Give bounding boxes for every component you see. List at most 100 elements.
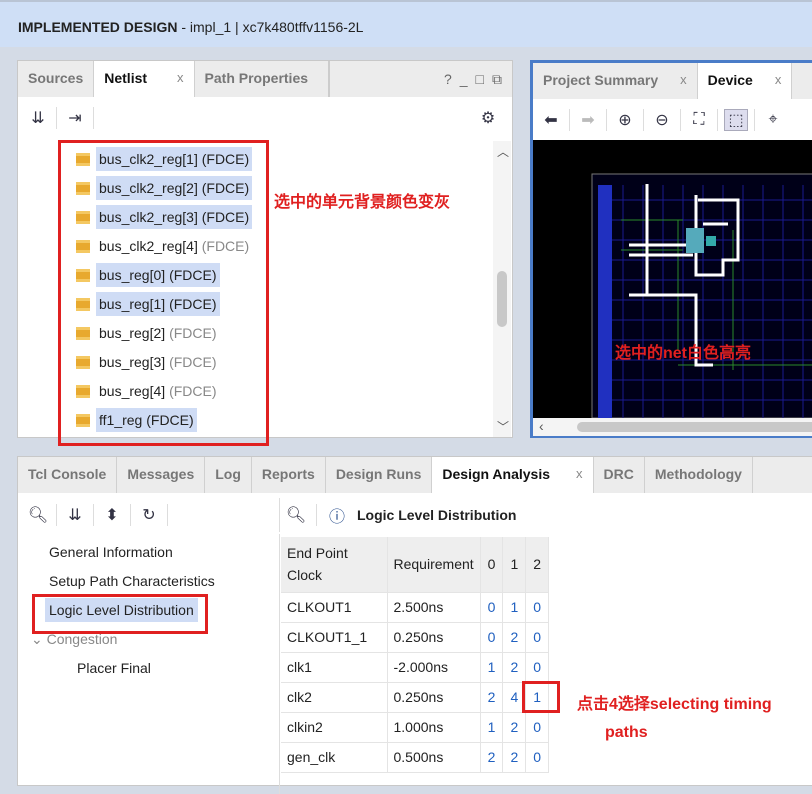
annotation-box-cells bbox=[58, 140, 269, 446]
level-count-link[interactable]: 2 bbox=[502, 652, 527, 683]
table-row: gen_clk 0.500ns 2 2 0 bbox=[281, 742, 550, 773]
back-icon[interactable]: ⬅ bbox=[539, 110, 563, 130]
select-icon[interactable]: ⬚ bbox=[724, 109, 748, 131]
logic-level-table: End Point Clock Requirement 0 1 2 CLKOUT1 2.50… bbox=[281, 537, 550, 773]
tree-item-placer-final[interactable]: Placer Final bbox=[77, 660, 151, 676]
expand-all-icon[interactable]: ⬍ bbox=[100, 505, 124, 525]
tab-label: Project Summary bbox=[543, 72, 659, 88]
horizontal-scrollbar[interactable]: ‹ bbox=[533, 418, 812, 436]
tab-sources[interactable]: Sources bbox=[18, 61, 95, 97]
vertical-scrollbar[interactable]: ︿ ﹀ bbox=[493, 141, 511, 437]
gear-icon[interactable]: ⚙ bbox=[476, 108, 500, 128]
table-row: CLKOUT1 2.500ns 0 1 0 bbox=[281, 592, 550, 623]
column-header[interactable]: 2 bbox=[525, 537, 550, 593]
report-title: Logic Level Distribution bbox=[357, 507, 517, 523]
tab-label: Methodology bbox=[654, 466, 742, 482]
tab-messages[interactable]: Messages bbox=[117, 457, 206, 493]
tab-label: Log bbox=[215, 466, 241, 482]
tab-design-analysis[interactable]: Design Analysis x bbox=[432, 457, 594, 493]
table-cell: clk1 bbox=[281, 652, 388, 683]
tab-drc[interactable]: DRC bbox=[594, 457, 645, 493]
column-header[interactable]: 1 bbox=[502, 537, 527, 593]
level-count-link[interactable]: 0 bbox=[480, 622, 504, 653]
tab-design-runs[interactable]: Design Runs bbox=[326, 457, 433, 493]
title-bold: IMPLEMENTED DESIGN bbox=[18, 19, 178, 35]
title-rest: - impl_1 | xc7k480tffv1156-2L bbox=[177, 19, 364, 35]
zoom-in-icon[interactable]: ⊕ bbox=[613, 110, 637, 130]
tab-label: Netlist bbox=[104, 70, 148, 86]
table-cell: 1.000ns bbox=[387, 712, 481, 743]
level-count-link[interactable]: 0 bbox=[480, 592, 504, 623]
float-icon[interactable]: ⧉ bbox=[492, 71, 502, 88]
tab-path-properties[interactable]: Path Properties bbox=[195, 61, 331, 97]
level-count-link[interactable]: 1 bbox=[502, 592, 527, 623]
fit-icon[interactable]: ⛶ bbox=[687, 111, 711, 129]
tab-label: Device bbox=[707, 72, 753, 88]
tree-item-setup-path[interactable]: Setup Path Characteristics bbox=[49, 573, 215, 589]
table-cell: 0.250ns bbox=[387, 622, 481, 653]
column-header[interactable]: 0 bbox=[480, 537, 504, 593]
minimize-icon[interactable]: _ bbox=[460, 71, 468, 87]
tab-log[interactable]: Log bbox=[205, 457, 252, 493]
table-cell: clkin2 bbox=[281, 712, 388, 743]
tab-device[interactable]: Device x bbox=[697, 63, 793, 99]
tab-netlist[interactable]: Netlist x bbox=[94, 61, 195, 97]
scrollbar-thumb[interactable] bbox=[577, 422, 812, 432]
tab-tcl-console[interactable]: Tcl Console bbox=[18, 457, 118, 493]
annotation-click-2: paths bbox=[605, 724, 648, 741]
level-count-link[interactable]: 2 bbox=[502, 622, 527, 653]
zoom-out-icon[interactable]: ⊖ bbox=[650, 110, 674, 130]
level-count-link[interactable]: 1 bbox=[480, 652, 504, 683]
scrollbar-thumb[interactable] bbox=[497, 271, 507, 327]
table-row: CLKOUT1_1 0.250ns 0 2 0 bbox=[281, 622, 550, 653]
tab-label: Reports bbox=[261, 466, 315, 482]
annotation-box-cell bbox=[522, 681, 560, 713]
level-count-link[interactable]: 0 bbox=[525, 592, 550, 623]
level-count-link[interactable]: 2 bbox=[502, 742, 527, 773]
maximize-icon[interactable]: □ bbox=[476, 71, 484, 87]
scroll-left-icon[interactable]: ‹ bbox=[539, 418, 544, 434]
close-icon[interactable]: x bbox=[576, 457, 583, 493]
collapse-all-icon[interactable]: ⇊ bbox=[26, 108, 50, 128]
column-header[interactable]: End Point Clock bbox=[281, 537, 388, 593]
tab-project-summary[interactable]: Project Summary x bbox=[533, 63, 698, 99]
table-cell: clk2 bbox=[281, 682, 388, 713]
tab-label: DRC bbox=[603, 466, 634, 482]
table-cell: 0.250ns bbox=[387, 682, 481, 713]
tab-reports[interactable]: Reports bbox=[252, 457, 326, 493]
analysis-tree: General Information Setup Path Character… bbox=[18, 534, 280, 794]
level-count-link[interactable]: 0 bbox=[525, 652, 550, 683]
tree-item-general-information[interactable]: General Information bbox=[49, 544, 173, 560]
search-icon[interactable]: 🔍︎ bbox=[26, 505, 50, 525]
level-count-link[interactable]: 2 bbox=[502, 712, 527, 743]
table-cell: CLKOUT1_1 bbox=[281, 622, 388, 653]
tab-label: Design Runs bbox=[335, 466, 422, 482]
level-count-link[interactable]: 0 bbox=[525, 742, 550, 773]
annotation-box-tree bbox=[32, 594, 208, 634]
close-icon[interactable]: x bbox=[177, 61, 184, 97]
level-count-link[interactable]: 2 bbox=[480, 682, 504, 713]
level-count-link[interactable]: 0 bbox=[525, 712, 550, 743]
table-cell: -2.000ns bbox=[387, 652, 481, 683]
close-icon[interactable]: x bbox=[775, 63, 782, 99]
level-count-link[interactable]: 2 bbox=[480, 742, 504, 773]
tab-label: Sources bbox=[28, 70, 84, 86]
close-icon[interactable]: x bbox=[680, 63, 687, 99]
title-bar: IMPLEMENTED DESIGN - impl_1 | xc7k480tff… bbox=[0, 0, 812, 47]
table-cell: CLKOUT1 bbox=[281, 592, 388, 623]
collapse-all-icon[interactable]: ⇊ bbox=[63, 505, 87, 525]
level-count-link[interactable]: 0 bbox=[525, 622, 550, 653]
column-header[interactable]: Requirement bbox=[387, 537, 481, 593]
tab-label: Tcl Console bbox=[28, 466, 107, 482]
level-count-link[interactable]: 1 bbox=[480, 712, 504, 743]
forward-icon[interactable]: ➡ bbox=[576, 110, 600, 130]
tab-methodology[interactable]: Methodology bbox=[645, 457, 753, 493]
crosshair-icon[interactable]: ⌖ bbox=[761, 111, 785, 129]
info-icon[interactable]: ⓘ bbox=[325, 503, 349, 527]
device-panel: Project Summary x Device x ⬅ ➡ ⊕ ⊖ ⛶ ⬚ ⌖ ‹ bbox=[530, 60, 812, 438]
refresh-icon[interactable]: ↻ bbox=[137, 505, 161, 525]
expand-icon[interactable]: ⇥ bbox=[63, 108, 87, 128]
device-canvas[interactable] bbox=[533, 140, 812, 419]
search-icon[interactable]: 🔍︎ bbox=[284, 505, 308, 525]
help-icon[interactable]: ? bbox=[444, 71, 452, 87]
